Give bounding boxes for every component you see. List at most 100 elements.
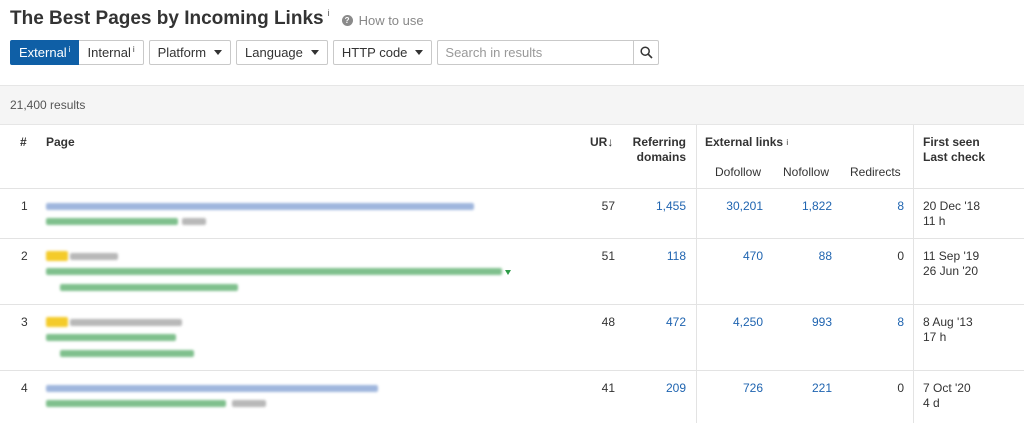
page-column-header[interactable]: Page <box>46 135 75 150</box>
nofollow-link[interactable]: 1,822 <box>770 199 832 214</box>
nofollow-link[interactable]: 88 <box>770 249 832 264</box>
row-index: 4 <box>21 381 28 395</box>
page-meta-blurred <box>232 400 266 407</box>
external-info-icon[interactable]: i <box>69 45 71 54</box>
page-url-blurred[interactable] <box>60 350 194 357</box>
referring-domains-link[interactable]: 1,455 <box>620 199 686 214</box>
dofollow-column-header[interactable]: Dofollow <box>715 165 761 180</box>
page-url-blurred[interactable] <box>46 268 502 275</box>
favicon-blurred <box>46 251 68 261</box>
page-url-blurred[interactable] <box>46 385 378 392</box>
first-seen-date: 8 Aug '13 <box>923 315 973 329</box>
page-url-blurred[interactable] <box>46 334 176 341</box>
search-input[interactable] <box>437 40 634 65</box>
page-title-blurred[interactable] <box>70 319 182 326</box>
ur-column-label: UR <box>590 135 608 149</box>
page-title: The Best Pages by Incoming Links <box>10 8 324 29</box>
dofollow-link[interactable]: 470 <box>700 249 763 264</box>
dofollow-link[interactable]: 4,250 <box>700 315 763 330</box>
http-code-dropdown[interactable]: HTTP code <box>332 40 433 65</box>
redirects-column-header[interactable]: Redirects <box>850 165 901 180</box>
external-links-label: External links <box>705 135 784 149</box>
language-dropdown[interactable]: Language <box>236 40 328 65</box>
redirects-link[interactable]: 8 <box>840 315 904 330</box>
referring-domains-label-line2: domains <box>636 150 686 164</box>
search-icon <box>640 46 653 59</box>
language-dropdown-label: Language <box>245 45 303 60</box>
column-divider <box>913 305 914 371</box>
nofollow-link[interactable]: 221 <box>770 381 832 396</box>
redirects-value: 0 <box>897 249 904 263</box>
row-index: 2 <box>21 249 28 263</box>
last-check-time: 17 h <box>923 330 947 344</box>
last-check-time: 4 d <box>923 396 940 410</box>
internal-tab[interactable]: Internal i <box>79 40 144 65</box>
internal-info-icon[interactable]: i <box>133 45 135 54</box>
referring-domains-column-header[interactable]: Referring domains <box>624 135 686 165</box>
nofollow-column-header[interactable]: Nofollow <box>783 165 829 180</box>
internal-tab-label: Internal <box>87 45 131 60</box>
ur-value: 51 <box>601 249 615 263</box>
platform-dropdown[interactable]: Platform <box>148 40 232 65</box>
first-seen-label: First seen <box>923 135 980 149</box>
first-seen-date: 7 Oct '20 <box>923 381 971 395</box>
last-check-label: Last check <box>923 150 986 164</box>
expand-arrow-icon[interactable] <box>505 270 511 275</box>
column-divider <box>913 371 914 423</box>
filter-toolbar: External i Internal i Platform Language … <box>10 40 660 65</box>
http-code-dropdown-label: HTTP code <box>341 45 408 60</box>
platform-dropdown-label: Platform <box>157 45 207 60</box>
results-summary-bar: 21,400 results <box>0 85 1024 125</box>
how-to-use-link[interactable]: ? How to use <box>341 13 424 30</box>
favicon-blurred <box>46 317 68 327</box>
page-meta-blurred <box>182 218 206 225</box>
referring-domains-link[interactable]: 118 <box>620 249 686 264</box>
table-header: # Page UR↓ Referring domains External li… <box>0 125 1024 189</box>
last-check-time: 26 Jun '20 <box>923 264 979 278</box>
page-url-blurred[interactable] <box>46 218 178 225</box>
last-check-time: 11 h <box>923 214 946 228</box>
external-links-info-icon[interactable]: i <box>786 138 788 147</box>
nofollow-link[interactable]: 993 <box>770 315 832 330</box>
first-seen-date: 11 Sep '19 <box>923 249 980 263</box>
sort-down-icon: ↓ <box>607 135 614 149</box>
caret-down-icon <box>214 50 223 55</box>
column-divider <box>696 239 697 305</box>
page-url-blurred[interactable] <box>46 400 226 407</box>
external-tab[interactable]: External i <box>10 40 80 65</box>
ur-value: 41 <box>601 381 615 395</box>
external-links-group-header: External links i <box>705 135 788 150</box>
column-divider <box>913 189 914 239</box>
table-row: 2 51 118 470 88 0 11 Sep '19 26 Jun '20 <box>0 239 1024 305</box>
table-row: 3 48 472 4,250 993 8 8 Aug '13 17 h <box>0 305 1024 371</box>
external-tab-label: External <box>19 45 67 60</box>
results-count: 21,400 results <box>10 98 86 112</box>
referring-domains-label-line1: Referring <box>632 135 686 149</box>
ur-value: 48 <box>601 315 615 329</box>
caret-down-icon <box>310 50 319 55</box>
referring-domains-link[interactable]: 209 <box>620 381 686 396</box>
how-to-use-label: How to use <box>358 13 424 28</box>
page-url-blurred[interactable] <box>60 284 238 291</box>
row-index: 1 <box>21 199 28 213</box>
column-divider <box>696 305 697 371</box>
column-divider <box>696 125 697 189</box>
title-info-icon[interactable]: i <box>328 8 330 18</box>
caret-down-icon <box>415 50 424 55</box>
page-title-blurred[interactable] <box>70 253 118 260</box>
redirects-link[interactable]: 8 <box>840 199 904 214</box>
search-button[interactable] <box>633 40 660 65</box>
dofollow-link[interactable]: 30,201 <box>700 199 763 214</box>
ur-column-header[interactable]: UR↓ <box>590 135 613 150</box>
page-header: The Best Pages by Incoming Links i ? How… <box>10 6 424 30</box>
column-divider <box>696 189 697 239</box>
dofollow-link[interactable]: 726 <box>700 381 763 396</box>
index-column-header: # <box>20 135 27 149</box>
dates-column-header[interactable]: First seen Last check <box>923 135 985 165</box>
page-url-blurred[interactable] <box>46 203 474 210</box>
table-row: 4 41 209 726 221 0 7 Oct '20 4 d <box>0 371 1024 423</box>
first-seen-date: 20 Dec '18 <box>923 199 980 213</box>
row-index: 3 <box>21 315 28 329</box>
referring-domains-link[interactable]: 472 <box>620 315 686 330</box>
search-box <box>437 40 660 65</box>
